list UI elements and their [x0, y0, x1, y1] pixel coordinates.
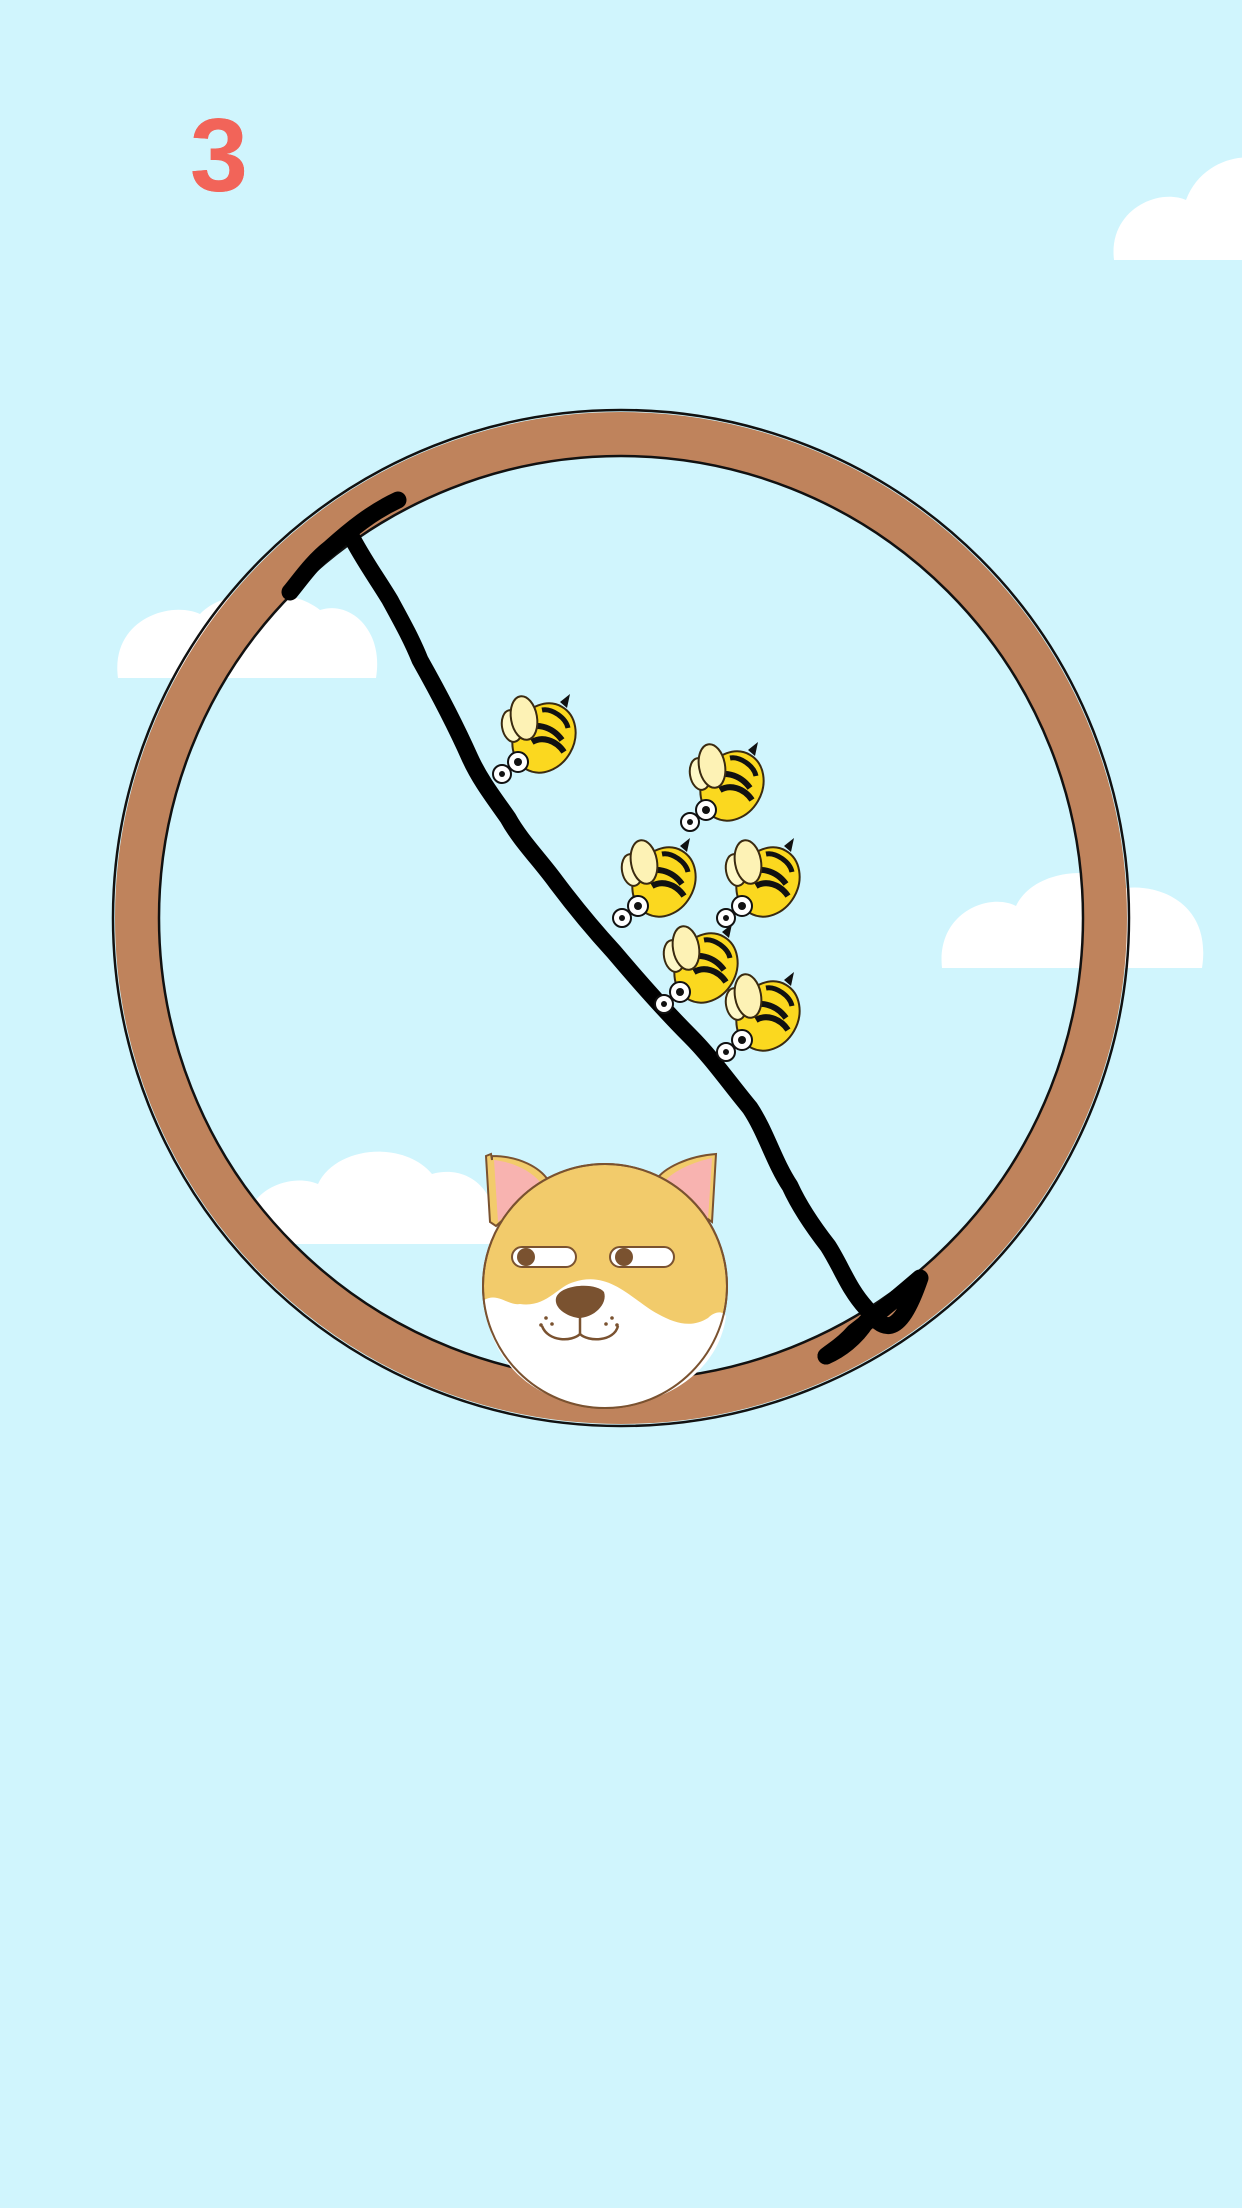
bee-icon — [493, 692, 588, 784]
bee-icon — [717, 836, 812, 928]
bee-icon — [681, 740, 776, 832]
cloud-icon — [941, 873, 1204, 968]
bee-icon — [613, 836, 708, 928]
game-scene[interactable] — [0, 0, 1242, 2208]
level-number-overlay: 3 — [190, 98, 248, 214]
cloud-icon — [1113, 157, 1242, 260]
dog-icon — [482, 1152, 728, 1409]
